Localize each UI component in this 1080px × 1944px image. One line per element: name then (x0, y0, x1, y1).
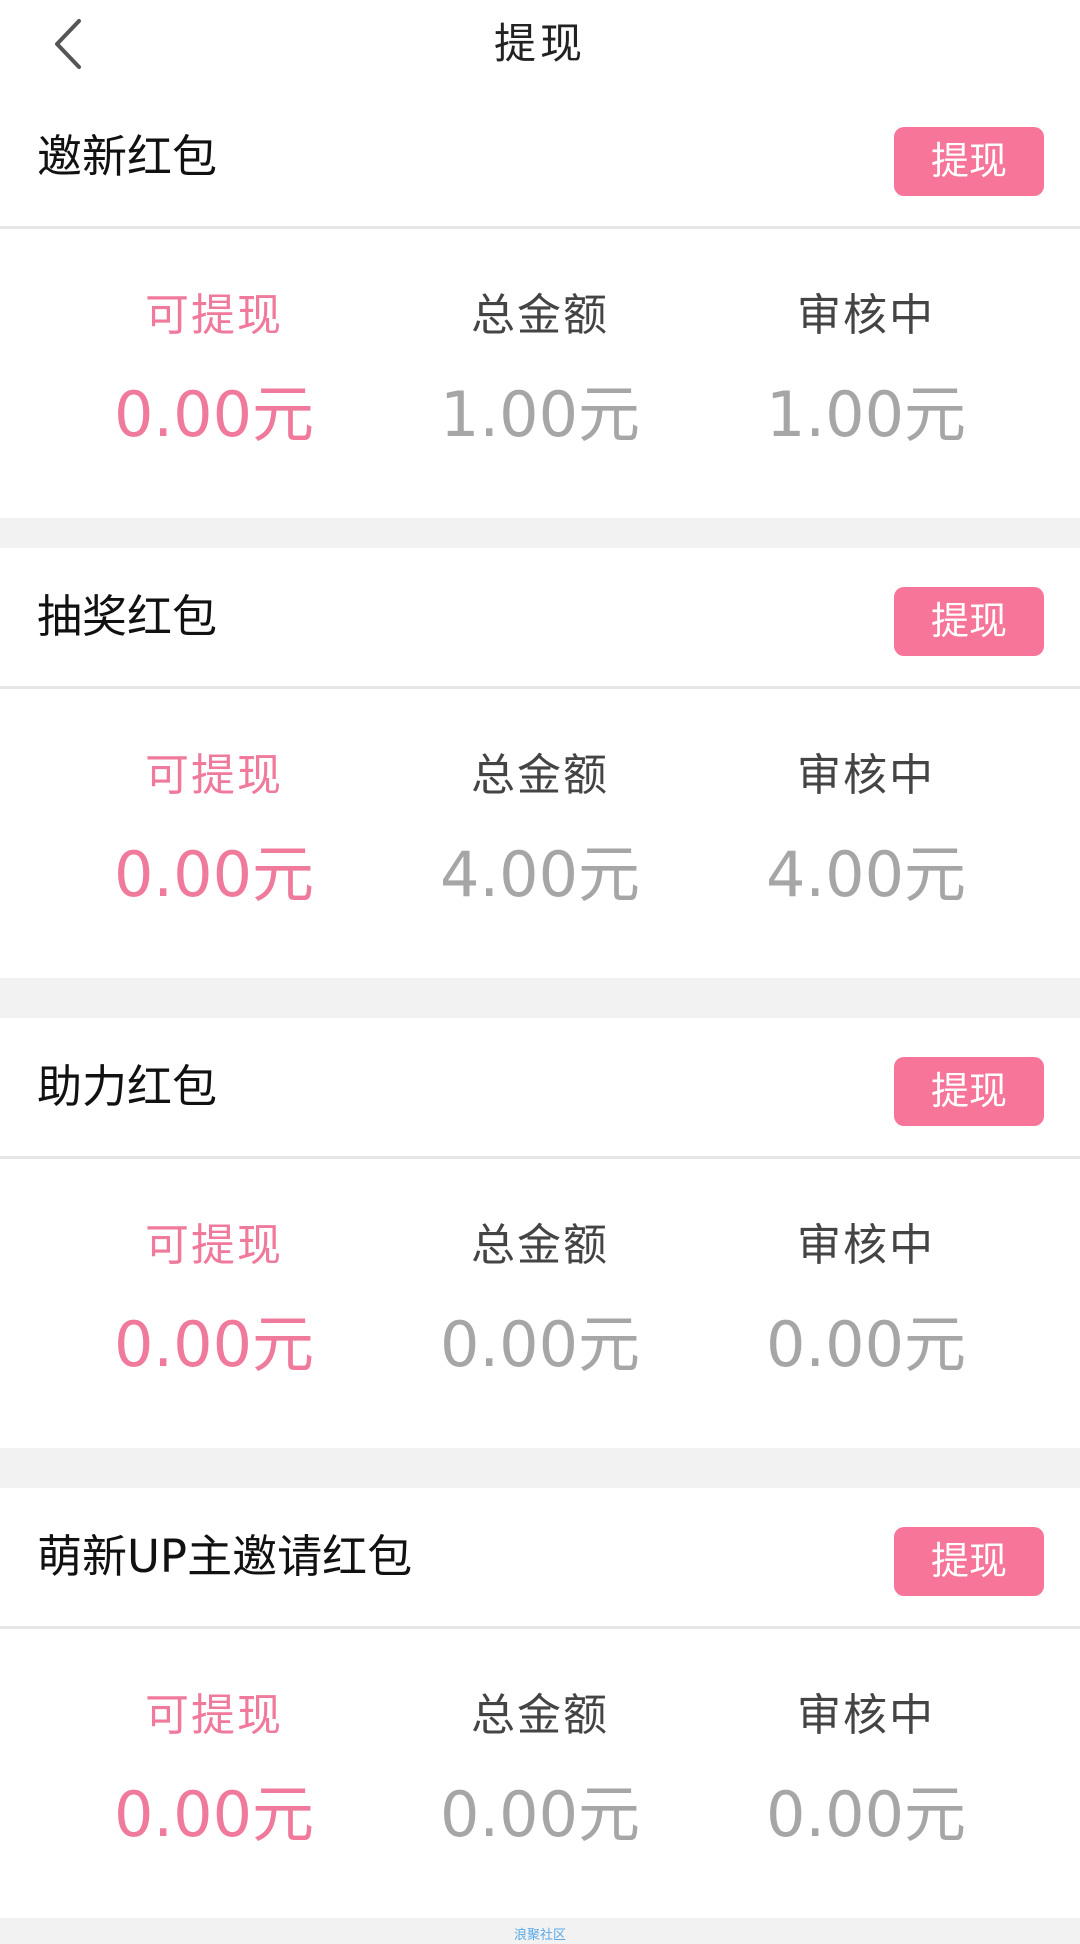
withdraw-page: 提现 邀新红包 提现 可提现 0.00元 总金额 1.00元 审核中 1.00元 (0, 0, 1080, 1944)
stat-label: 审核中 (797, 1690, 935, 1741)
stat-under-review: 审核中 1.00元 (703, 229, 1029, 518)
card-invite-red-packet: 邀新红包 提现 可提现 0.00元 总金额 1.00元 审核中 1.00元 (0, 88, 1080, 518)
stat-under-review: 审核中 0.00元 (703, 1159, 1029, 1448)
watermark: 浪聚社区 (513, 1928, 566, 1943)
stat-withdrawable: 可提现 0.00元 (51, 689, 377, 978)
stat-value: 0.00元 (113, 378, 315, 451)
stat-value: 4.00元 (439, 838, 641, 911)
stat-label: 总金额 (471, 750, 609, 801)
stat-withdrawable: 可提现 0.00元 (51, 1159, 377, 1448)
withdraw-button[interactable]: 提现 (894, 127, 1044, 196)
stat-label: 可提现 (145, 1690, 283, 1741)
stat-label: 总金额 (471, 290, 609, 341)
card-lottery-red-packet: 抽奖红包 提现 可提现 0.00元 总金额 4.00元 审核中 4.00元 (0, 548, 1080, 978)
card-header: 萌新UP主邀请红包 提现 (0, 1488, 1080, 1626)
stat-value: 1.00元 (439, 378, 641, 451)
stat-withdrawable: 可提现 0.00元 (51, 1629, 377, 1918)
card-header: 助力红包 提现 (0, 1018, 1080, 1156)
stat-value: 4.00元 (765, 838, 967, 911)
stats-row: 可提现 0.00元 总金额 0.00元 审核中 0.00元 (0, 1159, 1080, 1448)
withdraw-button[interactable]: 提现 (894, 1057, 1044, 1126)
stats-row: 可提现 0.00元 总金额 4.00元 审核中 4.00元 (0, 689, 1080, 978)
stat-value: 1.00元 (765, 378, 967, 451)
stat-value: 0.00元 (439, 1778, 641, 1851)
stats-row: 可提现 0.00元 总金额 0.00元 审核中 0.00元 (0, 1629, 1080, 1918)
card-header: 抽奖红包 提现 (0, 548, 1080, 686)
back-button[interactable] (40, 14, 96, 74)
page-title: 提现 (493, 19, 586, 68)
withdraw-button[interactable]: 提现 (894, 1527, 1044, 1596)
stat-under-review: 审核中 0.00元 (703, 1629, 1029, 1918)
stat-value: 0.00元 (765, 1308, 967, 1381)
stat-value: 0.00元 (439, 1308, 641, 1381)
card-up-invite-red-packet: 萌新UP主邀请红包 提现 可提现 0.00元 总金额 0.00元 审核中 0.0… (0, 1488, 1080, 1918)
stat-label: 可提现 (145, 290, 283, 341)
card-boost-red-packet: 助力红包 提现 可提现 0.00元 总金额 0.00元 审核中 0.00元 (0, 1018, 1080, 1448)
stat-under-review: 审核中 4.00元 (703, 689, 1029, 978)
stat-label: 审核中 (797, 290, 935, 341)
stat-value: 0.00元 (113, 838, 315, 911)
stat-label: 总金额 (471, 1220, 609, 1271)
stat-label: 总金额 (471, 1690, 609, 1741)
stat-total-amount: 总金额 4.00元 (377, 689, 703, 978)
stat-label: 可提现 (145, 1220, 283, 1271)
card-header: 邀新红包 提现 (0, 88, 1080, 226)
chevron-left-icon (55, 19, 81, 69)
stat-value: 0.00元 (113, 1308, 315, 1381)
withdraw-button[interactable]: 提现 (894, 587, 1044, 656)
stat-label: 审核中 (797, 750, 935, 801)
card-title: 抽奖红包 (37, 590, 218, 643)
card-title: 邀新红包 (37, 130, 218, 183)
stat-label: 审核中 (797, 1220, 935, 1271)
stat-value: 0.00元 (113, 1778, 315, 1851)
stat-value: 0.00元 (765, 1778, 967, 1851)
card-title: 助力红包 (37, 1060, 218, 1113)
top-navbar: 提现 (0, 0, 1080, 88)
stats-row: 可提现 0.00元 总金额 1.00元 审核中 1.00元 (0, 229, 1080, 518)
stat-label: 可提现 (145, 750, 283, 801)
card-title: 萌新UP主邀请红包 (37, 1530, 413, 1583)
stat-total-amount: 总金额 0.00元 (377, 1159, 703, 1448)
stat-withdrawable: 可提现 0.00元 (51, 229, 377, 518)
stat-total-amount: 总金额 0.00元 (377, 1629, 703, 1918)
stat-total-amount: 总金额 1.00元 (377, 229, 703, 518)
